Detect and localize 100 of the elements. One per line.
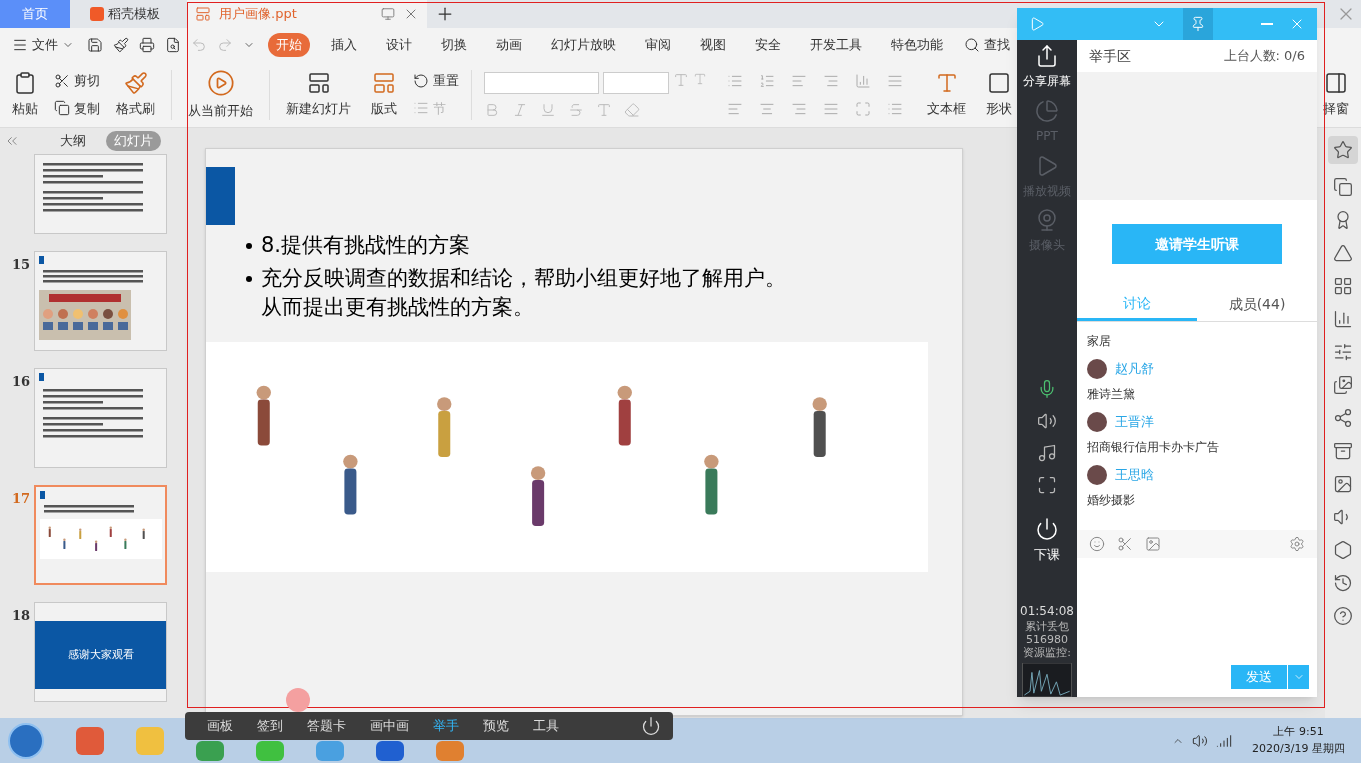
history-icon [1333, 573, 1353, 593]
sidebar-button[interactable] [1328, 136, 1358, 164]
toolbar-item[interactable]: 画板 [207, 716, 233, 736]
panel-tab[interactable]: 大纲 [52, 131, 94, 151]
layout-icon [372, 70, 396, 95]
send-options-button[interactable] [1287, 665, 1309, 689]
monitor-icon [381, 7, 395, 21]
file-menu[interactable]: 文件 [12, 35, 74, 55]
toolbar-item[interactable]: 工具 [533, 716, 559, 736]
slide-number: 17 [10, 490, 30, 508]
preview-icon [165, 37, 181, 53]
stage-count: 上台人数: 0/6 [1223, 47, 1305, 66]
italic-icon [512, 101, 528, 118]
slide-thumbnail[interactable] [34, 485, 167, 585]
app-icon[interactable] [376, 741, 404, 761]
new-slide-button[interactable]: 新建幻灯片 [282, 70, 355, 119]
network-graph [1021, 663, 1073, 697]
sender-name: 赵凡舒 [1115, 360, 1154, 379]
app-icon[interactable] [76, 726, 104, 755]
bullet-text: 充分反映调查的数据和结论，帮助小组更好地了解用户。 从而提出更有挑战性的方案。 [246, 264, 962, 322]
toolbar-item[interactable]: 预览 [483, 716, 509, 736]
ribbon-tab[interactable]: 切换 [433, 33, 475, 57]
volume-icon [1192, 732, 1209, 749]
font-size-field[interactable] [603, 71, 669, 94]
copy-icon [54, 100, 70, 117]
logo-icon [1029, 16, 1045, 32]
font-name-field[interactable] [484, 71, 599, 94]
layout-button[interactable]: 版式 [367, 70, 401, 119]
archive-icon [1333, 441, 1353, 461]
accent-bar [40, 491, 45, 499]
slide-title: 感谢大家观看 [67, 646, 134, 663]
slide-number: 15 [10, 256, 30, 274]
avatar [1087, 465, 1107, 485]
toolbar-item[interactable]: 举手 [433, 716, 459, 736]
ribbon-tab[interactable]: 幻灯片放映 [543, 33, 624, 57]
app-icon[interactable] [436, 741, 464, 761]
copy-button[interactable]: 复制 [54, 98, 100, 118]
slide-thumbnail[interactable] [34, 368, 167, 468]
message-text: 招商银行信用卡办卡广告 [1087, 439, 1220, 456]
paintbrush-icon [123, 70, 148, 95]
document-title: 用户画像.ppt [219, 5, 298, 24]
ribbon-tab[interactable]: 审阅 [637, 33, 679, 57]
message-text: 家居 [1087, 333, 1112, 350]
end-class-button[interactable]: 下课 [1034, 516, 1060, 565]
slide-thumbnail[interactable]: 感谢大家观看 [34, 602, 167, 702]
strikethrough-icon [568, 101, 584, 118]
toolbar-item[interactable]: 答题卡 [307, 716, 346, 736]
ribbon-tab[interactable]: 安全 [747, 33, 789, 57]
sender-name: 王晋洋 [1115, 413, 1154, 432]
toolbar-item[interactable]: 签到 [257, 716, 283, 736]
toolbar-item[interactable]: 画中画 [370, 716, 409, 736]
numbering-icon [759, 72, 775, 89]
start-button[interactable] [8, 722, 44, 759]
slide-thumbnail[interactable] [34, 154, 167, 234]
app-icon[interactable] [316, 741, 344, 761]
ribbon-tab[interactable]: 插入 [323, 33, 365, 57]
play-from-current-button[interactable]: 从当前开始 [184, 68, 257, 121]
ribbon-tab[interactable]: 设计 [378, 33, 420, 57]
cut-button[interactable]: 剪切 [54, 71, 100, 91]
paste-button[interactable]: 粘贴 [8, 70, 42, 119]
text-box-button[interactable]: 文本框 [923, 70, 970, 119]
ribbon-tab[interactable]: 视图 [692, 33, 734, 57]
play-icon [206, 68, 235, 97]
accent-bar [206, 167, 235, 225]
power-button[interactable] [641, 716, 661, 736]
pin-button[interactable] [1183, 8, 1213, 40]
pane-icon [1324, 70, 1348, 95]
redo-icon [217, 37, 233, 53]
image-icon [1333, 474, 1353, 494]
ribbon-tab[interactable]: 开发工具 [802, 33, 870, 57]
sliders-icon [1333, 342, 1353, 362]
avatar [1087, 412, 1107, 432]
app-icon[interactable] [196, 741, 224, 761]
copy-icon [1333, 177, 1353, 197]
app-icon[interactable] [256, 741, 284, 761]
scissors-icon [1117, 536, 1133, 552]
power-icon [641, 716, 661, 736]
brush-icon [113, 37, 129, 53]
slide-icon [306, 70, 331, 95]
sender-name: 王思晗 [1115, 466, 1154, 485]
star-icon [1333, 140, 1353, 160]
ribbon-tab[interactable]: 特色功能 [883, 33, 951, 57]
format-painter-button[interactable]: 格式刷 [112, 70, 159, 119]
slide-thumbnail[interactable] [34, 251, 167, 351]
webcam-icon [1035, 208, 1059, 233]
bullet-dot [246, 275, 252, 282]
triangle-icon [1333, 243, 1353, 263]
ribbon-tab[interactable]: 动画 [488, 33, 530, 57]
shape-button[interactable]: 形状 [982, 70, 1016, 119]
save-icon [87, 37, 103, 53]
panel-tab[interactable]: 成员(44) [1197, 288, 1317, 321]
pin-icon [1190, 16, 1206, 32]
share-tool[interactable]: 分享屏幕 [1017, 40, 1077, 95]
image-icon [1145, 536, 1161, 552]
share-icon [1333, 408, 1353, 428]
search-button[interactable]: 查找 [964, 35, 1010, 55]
hand-raise-title: 举手区 [1089, 46, 1131, 66]
distribute-icon [855, 100, 871, 117]
font-color-icon [596, 101, 612, 118]
reset-button[interactable]: 重置 [413, 71, 459, 91]
